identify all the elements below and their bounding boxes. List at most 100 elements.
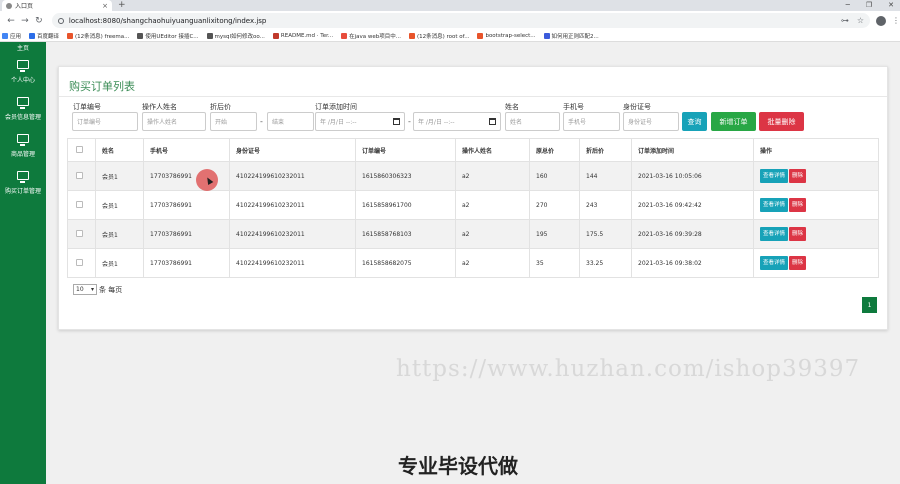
bookmark-label: 百度翻译: [37, 33, 60, 40]
bookmark-item[interactable]: mysql如何修改oo...: [206, 32, 265, 40]
cell-added-time: 2021-03-16 09:42:42: [631, 190, 754, 220]
monitor-icon: [17, 97, 29, 109]
bookmark-item[interactable]: README.md · Ter...: [272, 32, 334, 39]
col-added-time[interactable]: 订单添加时间: [631, 138, 754, 162]
cell-order-no: 1615858682075: [355, 248, 456, 278]
maximize-icon[interactable]: ❐: [866, 0, 872, 10]
added-time-label: 订单添加时间: [315, 103, 357, 111]
row-checkbox[interactable]: [76, 200, 83, 208]
url-input[interactable]: localhost:8080/shangchaohuiyuanguanlixit…: [51, 13, 871, 28]
bookmark-label: README.md · Ter...: [280, 32, 334, 39]
site-info-icon[interactable]: [57, 17, 64, 24]
cell-operator: a2: [455, 248, 530, 278]
col-discount-price[interactable]: 折后价: [579, 138, 632, 162]
select-all-checkbox[interactable]: [76, 145, 83, 153]
operator-placeholder: 操作人姓名: [147, 119, 178, 126]
calendar-icon[interactable]: [393, 118, 400, 125]
cell-original-price: 270: [529, 190, 580, 220]
minimize-icon[interactable]: ─: [846, 0, 850, 10]
row-checkbox[interactable]: [76, 258, 83, 266]
col-order-no[interactable]: 订单编号: [355, 138, 456, 162]
range-dash: -: [408, 117, 411, 126]
view-details-button[interactable]: 查看详情: [760, 256, 789, 270]
cell-operator: a2: [455, 219, 530, 249]
discount-end-input[interactable]: 结束: [267, 112, 314, 131]
view-details-button[interactable]: 查看详情: [760, 169, 789, 183]
added-time-start-input[interactable]: 年 /月/日 --:--: [315, 112, 405, 131]
order-list-card: 购买订单列表 订单编号 操作人姓名 折后价 订单添加时间 姓名 手机号 身份证号…: [58, 66, 888, 330]
new-tab-button[interactable]: +: [118, 0, 126, 11]
page-size-suffix: 条 每页: [99, 285, 123, 294]
page-size-value: 10: [76, 286, 84, 293]
operator-input[interactable]: 操作人姓名: [142, 112, 206, 131]
idcard-input[interactable]: 身份证号: [623, 112, 679, 131]
cell-original-price: 195: [529, 219, 580, 249]
bookmark-item[interactable]: 如何用正则匹配2...: [543, 32, 599, 40]
chevron-down-icon: ▾: [90, 286, 94, 293]
close-window-icon[interactable]: ✕: [888, 0, 894, 10]
profile-avatar-icon[interactable]: [876, 15, 887, 26]
bookmark-item[interactable]: 在java web项目中...: [341, 32, 401, 40]
sidebar-item-product-management[interactable]: 商品管理: [0, 126, 46, 163]
sidebar-home-label[interactable]: 主页: [0, 42, 46, 52]
search-button[interactable]: 查询: [682, 112, 707, 131]
tab-close-icon[interactable]: ×: [102, 2, 108, 10]
key-icon[interactable]: ⊶: [841, 16, 849, 25]
delete-button[interactable]: 删除: [789, 227, 807, 241]
name-input[interactable]: 姓名: [505, 112, 560, 131]
reload-icon[interactable]: ↻: [32, 16, 46, 26]
cell-discount-price: 33.25: [579, 248, 632, 278]
row-checkbox[interactable]: [76, 171, 83, 179]
back-arrow-icon[interactable]: ←: [4, 16, 18, 26]
idcard-label: 身份证号: [623, 103, 651, 111]
bookmark-item[interactable]: 使用UEditor 接插C...: [137, 32, 199, 40]
col-phone[interactable]: 手机号: [143, 138, 230, 162]
discount-start-input[interactable]: 开始: [210, 112, 257, 131]
sidebar-item-member-management[interactable]: 会员信息管理: [0, 89, 46, 126]
delete-button[interactable]: 删除: [789, 198, 807, 212]
bookmark-item[interactable]: (12条消息) root of...: [408, 32, 469, 40]
bookmark-favicon-icon: [29, 32, 36, 39]
row-checkbox[interactable]: [76, 229, 83, 237]
sidebar-item-label: 个人中心: [10, 77, 35, 84]
col-operator[interactable]: 操作人姓名: [455, 138, 530, 162]
table-row: 会员1 17703786991 410224199610232011 16158587…: [67, 219, 879, 249]
cell-actions: 查看详情 删除: [753, 190, 879, 220]
added-time-start-placeholder: 年 /月/日 --:--: [320, 119, 357, 126]
browser-menu-icon[interactable]: ⋮: [892, 16, 900, 25]
page-button-current[interactable]: 1: [862, 297, 877, 313]
cell-name: 会员1: [95, 190, 144, 220]
bookmark-star-icon[interactable]: ☆: [857, 16, 864, 25]
view-details-button[interactable]: 查看详情: [760, 227, 789, 241]
add-order-button[interactable]: 新增订单: [711, 112, 756, 131]
sidebar: 主页 个人中心 会员信息管理 商品管理 购买订单管理: [0, 42, 46, 484]
bookmark-item[interactable]: 百度翻译: [29, 32, 59, 40]
added-time-end-input[interactable]: 年 /月/日 --:--: [413, 112, 501, 131]
sidebar-item-personal-center[interactable]: 个人中心: [0, 52, 46, 89]
cell-operator: a2: [455, 161, 530, 191]
forward-arrow-icon[interactable]: →: [18, 16, 32, 26]
tab-favicon-icon: [6, 2, 12, 9]
bookmark-label: 如何用正则匹配2...: [551, 33, 599, 40]
page-title: 购买订单列表: [69, 80, 135, 93]
batch-delete-button[interactable]: 批量删除: [759, 112, 804, 131]
phone-input[interactable]: 手机号: [563, 112, 620, 131]
bookmark-item[interactable]: bootstrap-select...: [477, 32, 536, 39]
page-size-select[interactable]: 10 ▾: [73, 284, 97, 295]
bookmark-item[interactable]: 应用: [2, 32, 21, 40]
bookmark-item[interactable]: (12条消息) freema...: [67, 32, 129, 40]
calendar-icon[interactable]: [489, 118, 496, 125]
view-details-button[interactable]: 查看详情: [760, 198, 789, 212]
browser-tab[interactable]: 入口页 ×: [2, 0, 112, 11]
order-no-input[interactable]: 订单编号: [72, 112, 138, 131]
monitor-icon: [17, 60, 29, 72]
cell-discount-price: 243: [579, 190, 632, 220]
col-name[interactable]: 姓名: [95, 138, 144, 162]
cell-idcard: 410224199610232011: [229, 219, 356, 249]
sidebar-item-order-management[interactable]: 购买订单管理: [0, 163, 46, 200]
range-dash: -: [260, 117, 263, 126]
col-idcard[interactable]: 身份证号: [229, 138, 356, 162]
delete-button[interactable]: 删除: [789, 256, 807, 270]
col-original-price[interactable]: 原总价: [529, 138, 580, 162]
delete-button[interactable]: 删除: [789, 169, 807, 183]
